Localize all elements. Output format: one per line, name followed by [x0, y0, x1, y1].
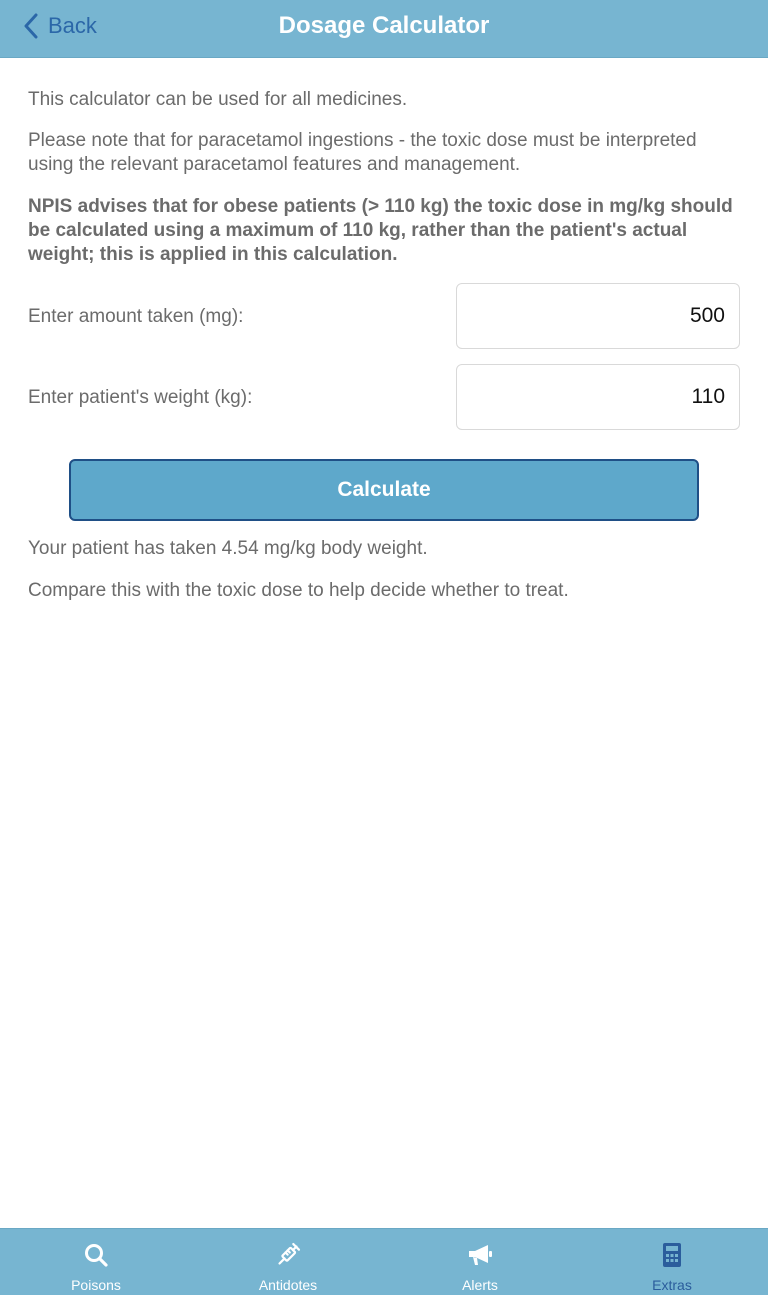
- header-bar: Back Dosage Calculator: [0, 0, 768, 58]
- tab-label-extras: Extras: [652, 1277, 692, 1293]
- dosage-calculator-screen: Back Dosage Calculator This calculator c…: [0, 0, 768, 1295]
- tab-label-antidotes: Antidotes: [258, 1277, 318, 1293]
- calculate-button[interactable]: Calculate: [69, 459, 699, 521]
- tab-poisons[interactable]: Poisons: [0, 1229, 192, 1295]
- tab-extras[interactable]: Extras: [576, 1229, 768, 1295]
- megaphone-icon: [466, 1241, 494, 1269]
- intro-text: This calculator can be used for all medi…: [28, 89, 408, 110]
- search-icon: [82, 1241, 110, 1269]
- bottom-tab-bar: Poisons Antidotes Alerts Extras: [0, 1228, 768, 1295]
- tab-alerts[interactable]: Alerts: [384, 1229, 576, 1295]
- calculator-icon: [658, 1241, 686, 1269]
- paracetamol-note: Please note that for paracetamol ingesti…: [28, 130, 697, 175]
- syringe-icon: [274, 1241, 302, 1269]
- tab-label-alerts: Alerts: [462, 1277, 498, 1293]
- weight-label: Enter patient's weight (kg):: [28, 387, 253, 408]
- tab-label-poisons: Poisons: [71, 1277, 121, 1293]
- amount-label: Enter amount taken (mg):: [28, 306, 244, 327]
- npis-advice: NPIS advises that for obese patients (> …: [28, 196, 733, 265]
- page-title: Dosage Calculator: [278, 12, 490, 39]
- amount-input[interactable]: [456, 283, 740, 349]
- weight-input[interactable]: [456, 364, 740, 430]
- result-advice: Compare this with the toxic dose to help…: [28, 580, 569, 601]
- result-summary: Your patient has taken 4.54 mg/kg body w…: [28, 538, 428, 559]
- tab-antidotes[interactable]: Antidotes: [192, 1229, 384, 1295]
